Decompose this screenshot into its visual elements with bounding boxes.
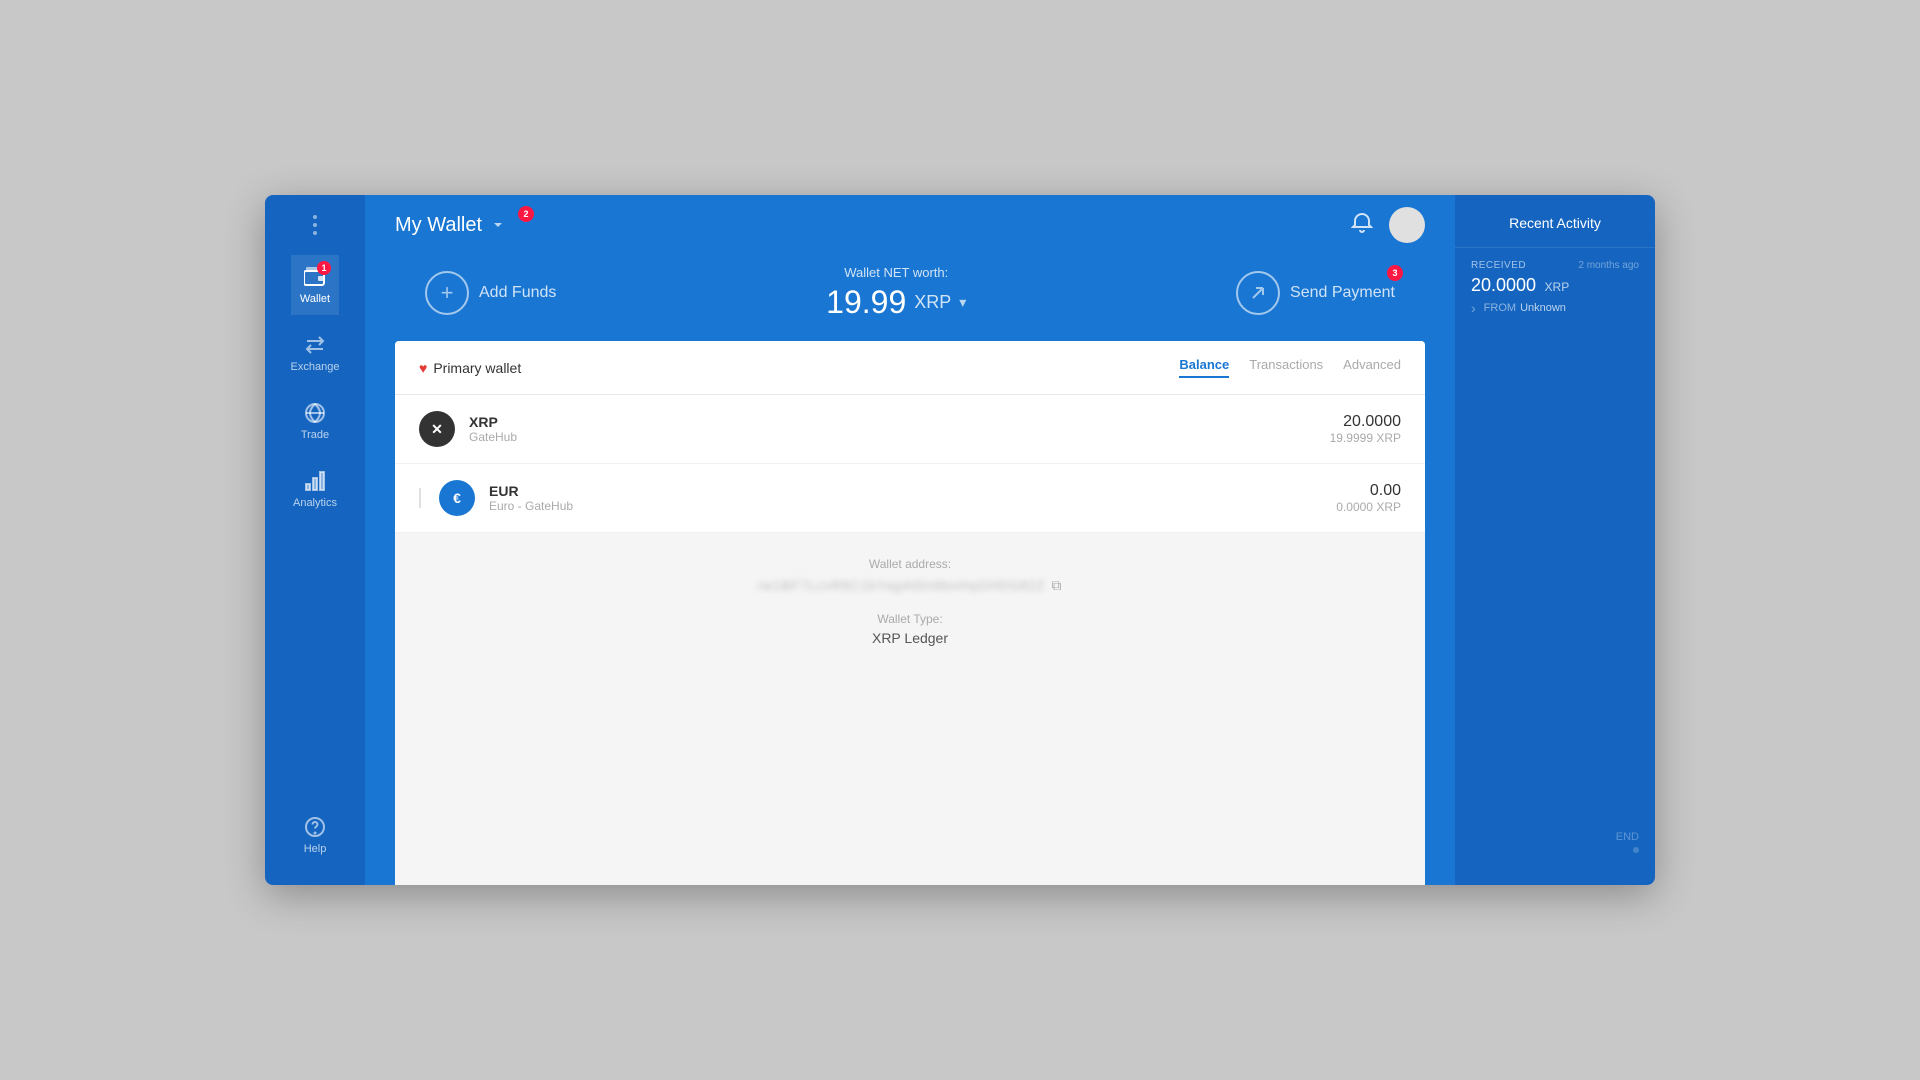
end-dot <box>1633 847 1639 853</box>
sidebar-item-trade[interactable]: Trade <box>291 391 340 451</box>
tab-transactions[interactable]: Transactions <box>1249 357 1323 378</box>
primary-wallet-text: Primary wallet <box>433 360 521 376</box>
net-worth-currency: XRP <box>914 292 951 313</box>
header-title: My Wallet 2 <box>395 214 506 237</box>
wallet-address-value: rw1BF7LcvR8C1bYag4tDn9bnHqGHDG82Z ⧉ <box>419 577 1401 594</box>
activity-item[interactable]: RECEIVED 2 months ago 20.0000 XRP › FROM… <box>1455 247 1655 328</box>
sidebar-item-exchange-label: Exchange <box>291 361 340 373</box>
wallet-icon: 1 <box>303 265 327 289</box>
xrp-balance: 20.0000 19.9999 XRP <box>1330 413 1401 445</box>
sidebar-item-wallet[interactable]: 1 Wallet <box>291 255 340 315</box>
xrp-name: XRP <box>469 414 1316 430</box>
header-right <box>1351 207 1425 243</box>
tab-balance[interactable]: Balance <box>1179 357 1229 378</box>
tab-advanced[interactable]: Advanced <box>1343 357 1401 378</box>
eur-name: EUR <box>489 483 1322 499</box>
wallet-type-value: XRP Ledger <box>419 630 1401 646</box>
xrp-info: XRP GateHub <box>469 414 1316 444</box>
send-payment-circle-icon <box>1236 271 1280 315</box>
add-funds-circle-icon: + <box>425 271 469 315</box>
activity-type: RECEIVED <box>1471 260 1526 271</box>
sidebar-top-dots <box>313 215 317 235</box>
sidebar: 1 Wallet Exchange <box>265 195 365 885</box>
xrp-source: GateHub <box>469 430 1316 444</box>
sidebar-nav: 1 Wallet Exchange <box>291 255 340 805</box>
help-icon <box>303 815 327 839</box>
wallet-address-label: Wallet address: <box>419 557 1401 571</box>
eur-source: Euro - GateHub <box>489 499 1322 513</box>
activity-amount: 20.0000 <box>1471 275 1536 295</box>
right-sidebar-bottom: END <box>1455 819 1655 865</box>
header-title-badge: 2 <box>518 206 534 222</box>
primary-wallet-label: ♥ Primary wallet <box>419 360 521 376</box>
eur-xrp-value: 0.0000 XRP <box>1336 500 1401 514</box>
end-label: END <box>1471 831 1639 843</box>
exchange-icon <box>303 333 327 357</box>
net-worth-label: Wallet NET worth: <box>826 265 966 280</box>
activity-amount-row: 20.0000 XRP <box>1471 275 1639 296</box>
xrp-icon: ✕ <box>419 411 455 447</box>
wallet-tabs: Balance Transactions Advanced <box>1179 357 1401 378</box>
activity-from-label: FROM <box>1484 302 1516 314</box>
sidebar-item-wallet-label: Wallet <box>300 293 330 305</box>
sidebar-item-analytics[interactable]: Analytics <box>291 459 340 519</box>
add-funds-button[interactable]: + Add Funds <box>425 271 556 315</box>
notification-bell-icon[interactable] <box>1351 211 1373 239</box>
sidebar-item-exchange[interactable]: Exchange <box>291 323 340 383</box>
user-avatar[interactable] <box>1389 207 1425 243</box>
net-worth-chevron-icon: ▾ <box>959 294 966 311</box>
send-payment-label: Send Payment <box>1290 284 1395 302</box>
hero-section: + Add Funds Wallet NET worth: 19.99 XRP … <box>365 255 1455 341</box>
eur-icon: € <box>439 480 475 516</box>
table-row[interactable]: € EUR Euro - GateHub 0.00 0.0000 XRP <box>395 464 1425 533</box>
activity-chevron-icon: › <box>1471 300 1476 316</box>
currency-list: ✕ XRP GateHub 20.0000 19.9999 XRP € E <box>395 395 1425 533</box>
activity-from: › FROM Unknown <box>1471 300 1639 316</box>
net-worth-value: 19.99 XRP ▾ <box>826 284 966 321</box>
sidebar-item-help[interactable]: Help <box>303 805 327 865</box>
heart-icon: ♥ <box>419 360 427 376</box>
wallet-address-section: Wallet address: rw1BF7LcvR8C1bYag4tDn9bn… <box>395 533 1425 885</box>
eur-info: EUR Euro - GateHub <box>489 483 1322 513</box>
activity-from-value: Unknown <box>1520 302 1566 314</box>
wallet-header: ♥ Primary wallet Balance Transactions Ad… <box>395 341 1425 395</box>
send-payment-badge: 3 <box>1387 265 1403 281</box>
copy-icon[interactable]: ⧉ <box>1051 577 1062 594</box>
sidebar-item-help-label: Help <box>304 843 327 855</box>
row-indicator <box>419 488 421 508</box>
net-worth-amount: 19.99 <box>826 284 906 321</box>
wallet-address-text: rw1BF7LcvR8C1bYag4tDn9bnHqGHDG82Z <box>758 578 1046 593</box>
wallet-badge: 1 <box>317 261 331 275</box>
page-title: My Wallet <box>395 214 482 237</box>
trade-icon <box>303 401 327 425</box>
wallet-type-label: Wallet Type: <box>419 612 1401 626</box>
header: My Wallet 2 <box>365 195 1455 255</box>
wallet-body: ♥ Primary wallet Balance Transactions Ad… <box>395 341 1425 885</box>
xrp-amount: 20.0000 <box>1330 413 1401 431</box>
right-sidebar: Recent Activity RECEIVED 2 months ago 20… <box>1455 195 1655 885</box>
eur-balance: 0.00 0.0000 XRP <box>1336 482 1401 514</box>
sidebar-item-trade-label: Trade <box>301 429 329 441</box>
main-content: My Wallet 2 + Add Funds <box>365 195 1455 885</box>
analytics-icon <box>303 469 327 493</box>
title-chevron-icon <box>490 217 506 233</box>
add-funds-label: Add Funds <box>479 284 556 302</box>
send-payment-button[interactable]: Send Payment 3 <box>1236 271 1395 315</box>
xrp-xrp-value: 19.9999 XRP <box>1330 431 1401 445</box>
recent-activity-title: Recent Activity <box>1455 215 1655 247</box>
table-row[interactable]: ✕ XRP GateHub 20.0000 19.9999 XRP <box>395 395 1425 464</box>
eur-amount: 0.00 <box>1336 482 1401 500</box>
activity-time: 2 months ago <box>1578 260 1639 271</box>
net-worth-section: Wallet NET worth: 19.99 XRP ▾ <box>826 265 966 321</box>
sidebar-item-analytics-label: Analytics <box>293 497 337 509</box>
activity-currency: XRP <box>1545 280 1570 294</box>
